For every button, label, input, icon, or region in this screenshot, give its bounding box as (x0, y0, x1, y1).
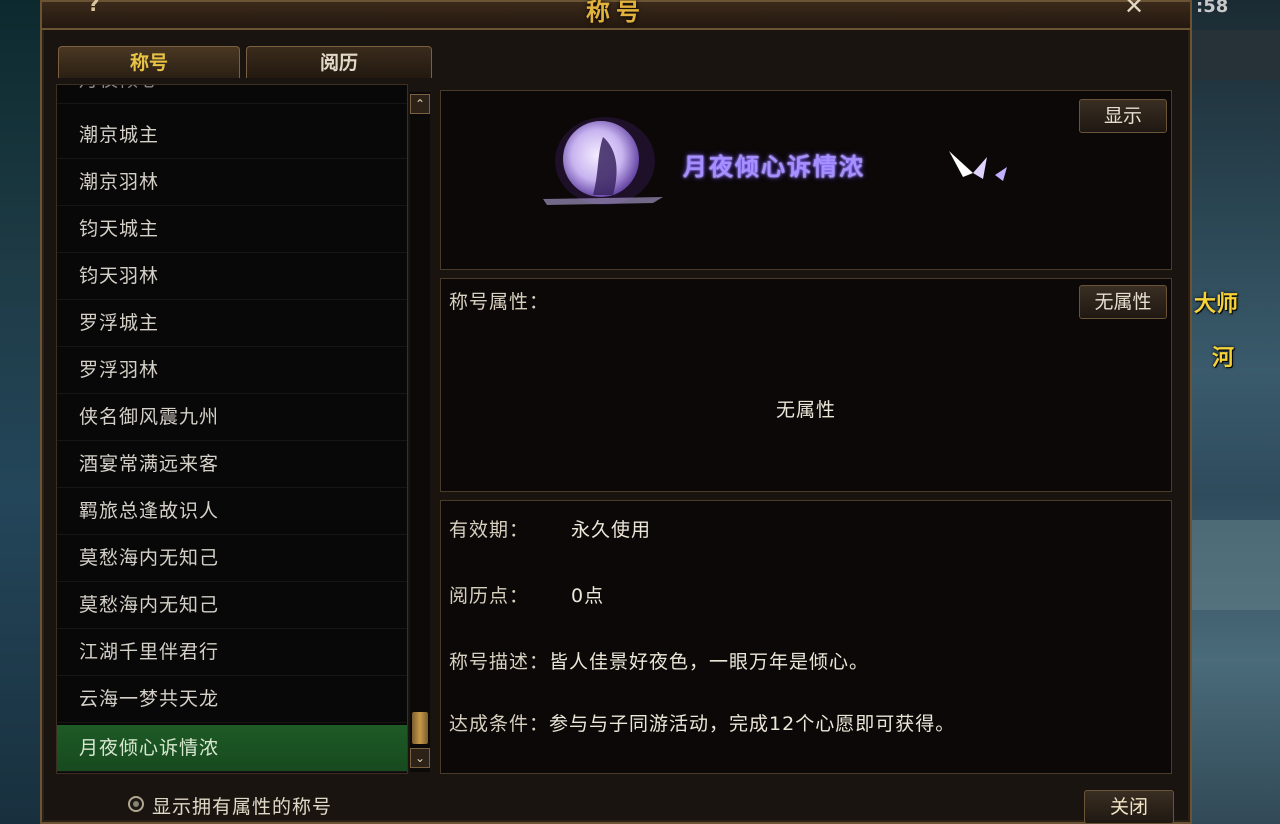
dialog-footer: 显示拥有属性的称号 关闭 (56, 782, 1176, 824)
list-scrollbar[interactable] (410, 92, 430, 772)
close-button[interactable]: 关闭 (1084, 790, 1174, 824)
condition-label: 达成条件： (449, 713, 550, 735)
dialog-title: 称号 (586, 0, 646, 26)
list-item[interactable]: 酒宴常满远来客 (57, 441, 407, 488)
validity-value: 永久使用 (571, 519, 652, 541)
list-item[interactable]: 罗浮羽林 (57, 347, 407, 394)
title-preview-panel: 显示 月夜倾心诉情浓 (440, 90, 1172, 270)
scroll-thumb[interactable] (412, 712, 428, 744)
tab-titles[interactable]: 称号 (58, 46, 240, 78)
npc-name-tag: 大师 (1194, 292, 1239, 317)
list-item[interactable]: 羁旅总逢故识人 (57, 488, 407, 535)
list-item[interactable]: 月夜倾心 (57, 85, 407, 104)
badge-title-text: 月夜倾心诉情浓 (683, 153, 865, 181)
description-label: 称号描述： (449, 651, 550, 673)
attributes-value: 无属性 (775, 399, 836, 421)
validity-row: 有效期： 永久使用 (449, 515, 651, 542)
list-item[interactable]: 罗浮城主 (57, 300, 407, 347)
list-item[interactable]: 莫愁海内无知己 (57, 582, 407, 629)
validity-label: 有效期： (449, 519, 530, 541)
close-icon[interactable]: ✕ (1124, 0, 1144, 20)
title-info-panel: 有效期： 永久使用 阅历点： 0点 称号描述：皆人佳景好夜色，一眼万年是倾心。 达成… (440, 500, 1172, 774)
list-item[interactable]: 潮京城主 (57, 112, 407, 159)
condition-row: 达成条件：参与与子同游活动，完成12个心愿即可获得。 (449, 709, 955, 736)
list-item[interactable]: 钧天羽林 (57, 253, 407, 300)
list-item[interactable]: 江湖千里伴君行 (57, 629, 407, 676)
list-item[interactable]: 侠名御风震九州 (57, 394, 407, 441)
points-value: 0点 (571, 585, 605, 607)
title-badge: 月夜倾心诉情浓 (543, 117, 1033, 207)
description-row: 称号描述：皆人佳景好夜色，一眼万年是倾心。 (449, 647, 869, 674)
tab-history[interactable]: 阅历 (246, 46, 432, 78)
title-dialog: ? 称号 ✕ 称号 阅历 月夜倾心 潮京城主 潮京羽林 钧天城主 钧天羽林 罗浮… (40, 0, 1192, 824)
npc-name-tag-2: 河 (1212, 346, 1235, 371)
game-world-right (1192, 0, 1280, 824)
list-item-selected[interactable]: 月夜倾心诉情浓 (57, 725, 407, 772)
dialog-titlebar: ? 称号 ✕ (42, 0, 1190, 30)
show-title-button[interactable]: 显示 (1079, 99, 1167, 133)
game-clock: :58 (1196, 0, 1229, 17)
points-row: 阅历点： 0点 (449, 581, 604, 608)
wall-shape (1192, 520, 1280, 610)
roof-shape (1192, 30, 1280, 80)
description-value: 皆人佳景好夜色，一眼万年是倾心。 (549, 651, 870, 673)
attributes-panel: 称号属性： 无属性 无属性 (440, 278, 1172, 492)
points-label: 阅历点： (449, 585, 530, 607)
scroll-down-icon[interactable]: ⌄ (410, 748, 430, 768)
list-item[interactable]: 云海一梦共天龙 (57, 676, 407, 723)
condition-value: 参与与子同游活动，完成12个心愿即可获得。 (549, 713, 956, 735)
show-attr-titles-radio[interactable] (128, 796, 144, 812)
title-list: 月夜倾心 潮京城主 潮京羽林 钧天城主 钧天羽林 罗浮城主 罗浮羽林 侠名御风震… (56, 84, 408, 774)
list-item[interactable]: 莫愁海内无知己 (57, 535, 407, 582)
show-attr-titles-label[interactable]: 显示拥有属性的称号 (152, 792, 332, 819)
attributes-label: 称号属性： (449, 291, 550, 313)
scroll-up-icon[interactable]: ⌃ (410, 94, 430, 114)
game-world-left (0, 0, 40, 824)
list-item[interactable]: 潮京羽林 (57, 159, 407, 206)
no-attribute-button[interactable]: 无属性 (1079, 285, 1167, 319)
list-item[interactable]: 钧天城主 (57, 206, 407, 253)
